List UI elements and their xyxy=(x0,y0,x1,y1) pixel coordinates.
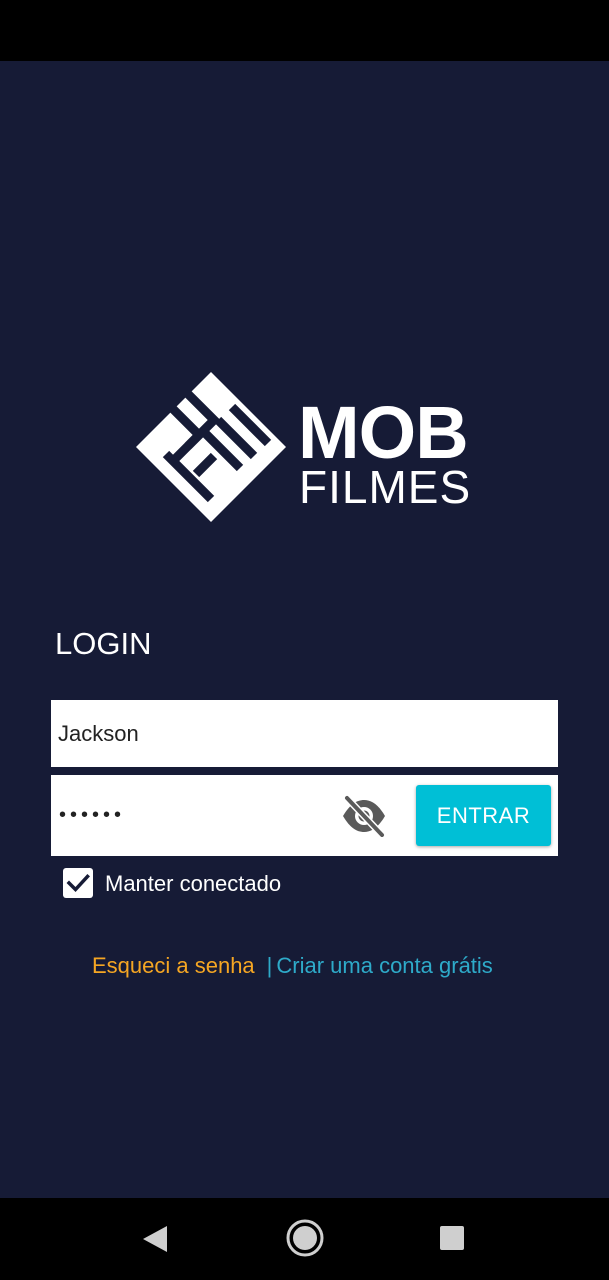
check-icon xyxy=(66,874,90,893)
password-field: ENTRAR xyxy=(51,775,558,856)
password-input[interactable] xyxy=(59,797,329,833)
brand-name-line2: FILMES xyxy=(299,461,472,513)
create-account-link[interactable]: Criar uma conta grátis xyxy=(276,953,492,978)
recents-square-icon[interactable] xyxy=(439,1225,465,1251)
brand-name-line1: MOB xyxy=(298,391,469,474)
keep-connected-label: Manter conectado xyxy=(105,871,282,896)
eye-off-icon[interactable] xyxy=(340,795,388,837)
account-links: Esqueci a senha | Criar uma conta grátis xyxy=(92,952,493,980)
brand-logo: MOB FILMES xyxy=(136,372,481,522)
system-nav-bar xyxy=(0,1198,609,1280)
login-title: LOGIN xyxy=(55,626,152,661)
keep-connected-checkbox[interactable] xyxy=(63,868,93,898)
status-bar xyxy=(0,0,609,61)
logo-mark-icon xyxy=(136,372,286,522)
links-separator: | xyxy=(266,953,273,978)
forgot-password-link[interactable]: Esqueci a senha xyxy=(92,953,255,978)
username-input[interactable] xyxy=(58,717,538,751)
enter-button[interactable]: ENTRAR xyxy=(416,785,551,846)
back-triangle-icon[interactable] xyxy=(141,1224,169,1254)
home-circle-icon[interactable] xyxy=(285,1218,325,1258)
username-field xyxy=(51,700,558,767)
